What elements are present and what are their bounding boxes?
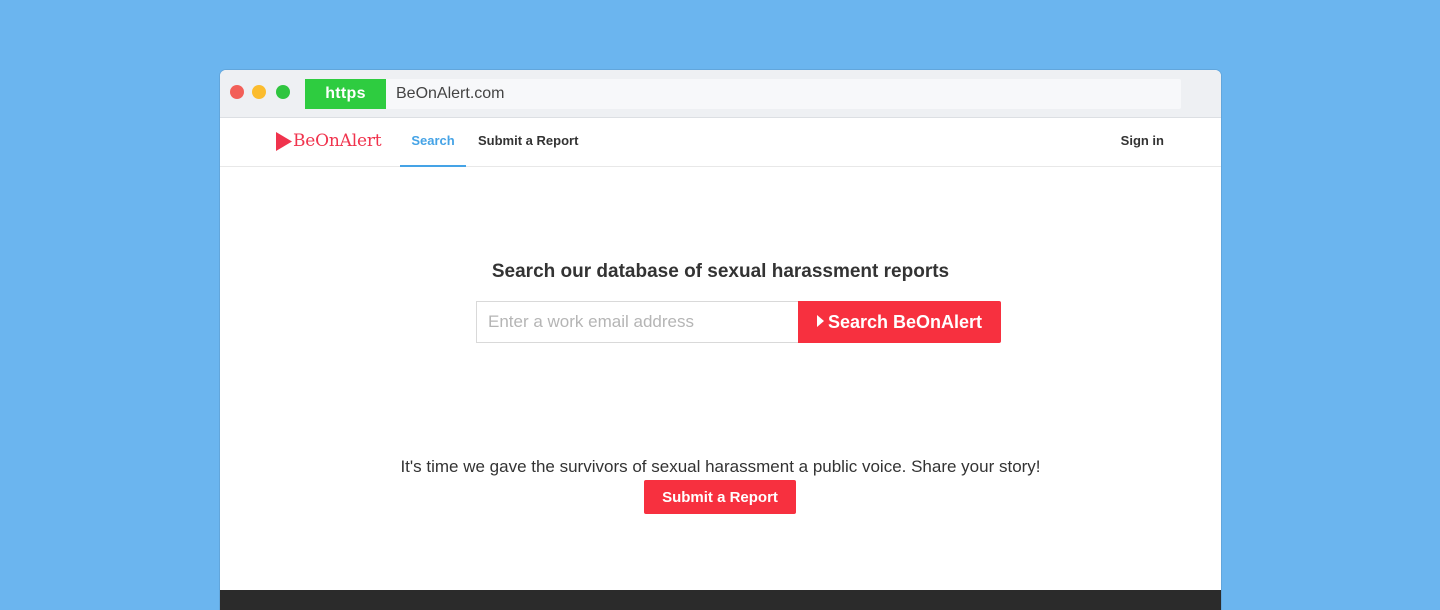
browser-window: https BeOnAlert.com BeOnAlert Search Sub…	[220, 70, 1221, 610]
page-title: Search our database of sexual harassment…	[491, 261, 950, 282]
close-dot-icon[interactable]	[230, 85, 244, 99]
main-content: Search our database of sexual harassment…	[220, 167, 1221, 590]
top-nav: BeOnAlert Search Submit a Report Sign in	[220, 118, 1221, 167]
browser-chrome: https BeOnAlert.com	[220, 70, 1221, 118]
url-domain[interactable]: BeOnAlert.com	[396, 79, 504, 109]
minimize-dot-icon[interactable]	[252, 85, 266, 99]
logo-text: BeOnAlert	[293, 131, 382, 151]
tab-submit-report[interactable]: Submit a Report	[478, 118, 578, 167]
search-button[interactable]: Search BeOnAlert	[798, 301, 1001, 343]
submit-report-button[interactable]: Submit a Report	[644, 480, 796, 514]
https-badge: https	[305, 79, 386, 109]
email-search-input[interactable]	[476, 301, 798, 343]
search-button-label: Search BeOnAlert	[827, 311, 983, 332]
tagline: It's time we gave the survivors of sexua…	[400, 457, 1041, 476]
footer	[220, 590, 1221, 610]
maximize-dot-icon[interactable]	[276, 85, 290, 99]
address-bar[interactable]: https BeOnAlert.com	[305, 79, 1181, 109]
tab-search[interactable]: Search	[400, 118, 466, 167]
caret-right-icon	[816, 314, 824, 327]
sign-in-link[interactable]: Sign in	[1121, 118, 1164, 167]
play-triangle-icon	[276, 132, 292, 151]
